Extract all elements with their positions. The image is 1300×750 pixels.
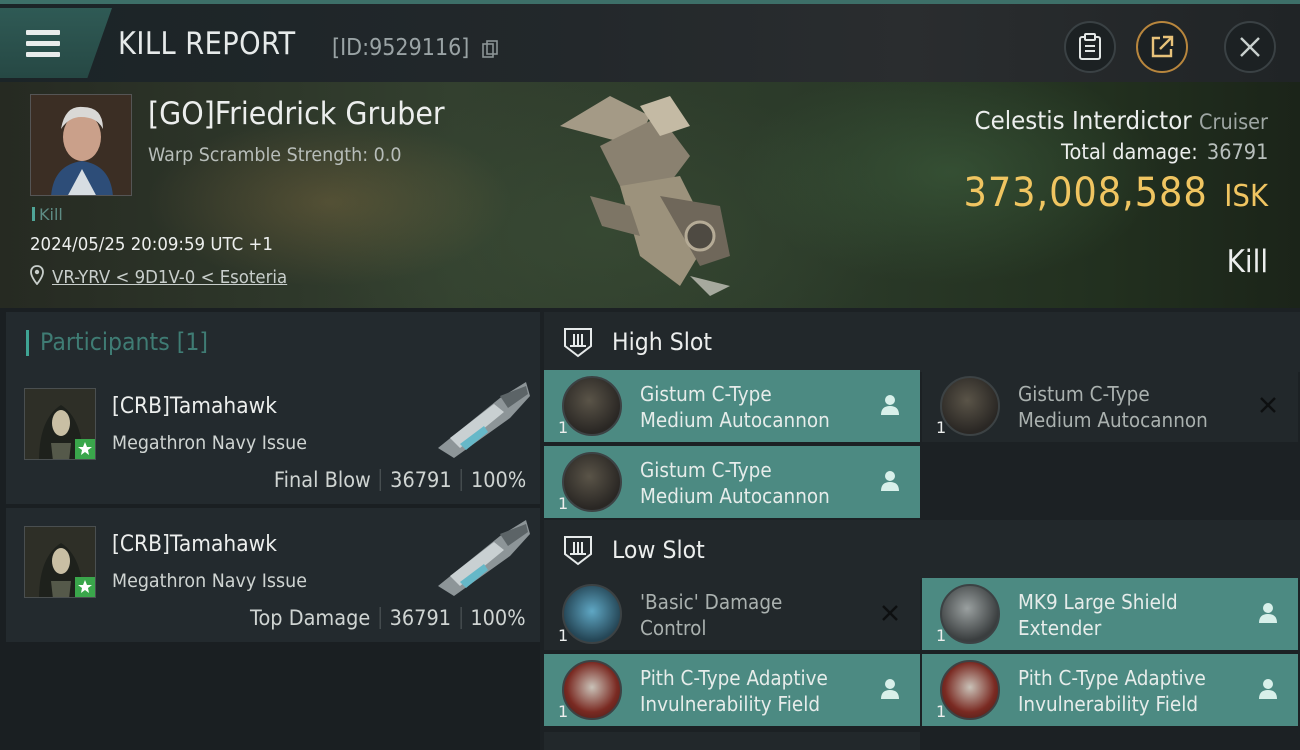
high-slot-title: High Slot bbox=[612, 328, 713, 356]
page-title: KILL REPORT bbox=[118, 26, 296, 62]
participant-row[interactable]: [CRB]Tamahawk Megathron Navy Issue Final… bbox=[6, 370, 540, 504]
module-quantity: 1 bbox=[558, 418, 569, 437]
participant-role: Final Blow bbox=[273, 468, 371, 492]
user-icon bbox=[881, 679, 899, 699]
share-icon bbox=[1151, 35, 1174, 58]
participant-percent: 100% bbox=[470, 606, 526, 630]
clipboard-button[interactable] bbox=[1064, 21, 1116, 73]
module-quantity: 1 bbox=[936, 418, 947, 437]
participant-ship: Megathron Navy Issue bbox=[112, 432, 307, 454]
participant-row[interactable]: [CRB]Tamahawk Megathron Navy Issue Top D… bbox=[6, 508, 540, 642]
module-quantity: 1 bbox=[936, 702, 947, 721]
participant-name[interactable]: [CRB]Tamahawk bbox=[112, 532, 277, 557]
result-label: Kill bbox=[1226, 244, 1268, 280]
module-slot-partial[interactable] bbox=[544, 732, 920, 750]
participant-damage: 36791 bbox=[389, 606, 452, 630]
module-name: Gistum C-Type Medium Autocannon bbox=[1018, 382, 1208, 432]
kill-tag: Kill bbox=[32, 205, 63, 224]
isk-value: 373,008,588 ISK bbox=[963, 170, 1268, 216]
autocannon-icon bbox=[562, 376, 622, 436]
victim-ship-name[interactable]: Celestis Interdictor Cruiser bbox=[975, 106, 1268, 135]
invulnerability-field-icon bbox=[940, 660, 1000, 720]
autocannon-icon bbox=[562, 452, 622, 512]
participant-percent: 100% bbox=[470, 468, 526, 492]
location-link[interactable]: VR-YRV < 9D1V-0 < Esoteria bbox=[52, 267, 287, 288]
module-slot[interactable]: 1 'Basic' Damage Control bbox=[544, 578, 920, 650]
participants-header: Participants [1] bbox=[6, 312, 540, 372]
report-id: [ID:9529116] bbox=[332, 35, 470, 61]
copy-icon[interactable] bbox=[482, 40, 498, 58]
module-name: Gistum C-Type Medium Autocannon bbox=[640, 382, 830, 432]
low-slot-title: Low Slot bbox=[612, 536, 705, 564]
victim-name[interactable]: [GO]Friedrick Gruber bbox=[148, 96, 445, 132]
module-quantity: 1 bbox=[558, 702, 569, 721]
warp-scramble-strength: Warp Scramble Strength: 0.0 bbox=[148, 144, 402, 166]
participant-damage: 36791 bbox=[389, 468, 452, 492]
participant-name[interactable]: [CRB]Tamahawk bbox=[112, 394, 277, 419]
participants-title: Participants [1] bbox=[40, 328, 209, 356]
clipboard-icon bbox=[1079, 33, 1101, 60]
module-slot[interactable]: 1 Gistum C-Type Medium Autocannon bbox=[544, 370, 920, 442]
autocannon-icon bbox=[940, 376, 1000, 436]
victim-ship-image bbox=[560, 96, 730, 296]
module-slot[interactable]: 1 MK9 Large Shield Extender bbox=[922, 578, 1298, 650]
participant-stats: Final Blow 36791 100% bbox=[274, 468, 526, 492]
module-slot[interactable]: 1 Gistum C-Type Medium Autocannon bbox=[544, 446, 920, 518]
close-icon bbox=[1260, 397, 1276, 413]
close-icon bbox=[1240, 37, 1260, 57]
high-slot-header: High Slot bbox=[544, 312, 1300, 372]
hamburger-icon bbox=[26, 30, 60, 58]
module-quantity: 1 bbox=[936, 626, 947, 645]
user-icon bbox=[1259, 679, 1277, 699]
location-pin-icon bbox=[30, 265, 44, 285]
participant-avatar[interactable] bbox=[24, 526, 96, 598]
participant-ship-image bbox=[438, 382, 530, 458]
participant-ship-image bbox=[438, 520, 530, 596]
user-icon bbox=[881, 395, 899, 415]
ship-class: Cruiser bbox=[1199, 110, 1268, 134]
victim-portrait[interactable] bbox=[30, 94, 132, 196]
damage-control-icon bbox=[562, 584, 622, 644]
module-name: 'Basic' Damage Control bbox=[640, 590, 783, 640]
module-name: Pith C-Type Adaptive Invulnerability Fiel… bbox=[1018, 666, 1206, 716]
participant-ship: Megathron Navy Issue bbox=[112, 570, 307, 592]
victim-banner: [GO]Friedrick Gruber Warp Scramble Stren… bbox=[0, 82, 1300, 308]
low-slot-icon bbox=[564, 536, 592, 566]
close-button[interactable] bbox=[1224, 21, 1276, 73]
high-slot-icon bbox=[564, 328, 592, 358]
participant-avatar[interactable] bbox=[24, 388, 96, 460]
total-damage: Total damage: 36791 bbox=[1060, 140, 1268, 164]
menu-button[interactable] bbox=[0, 8, 112, 78]
shield-extender-icon bbox=[940, 584, 1000, 644]
top-bar: KILL REPORT [ID:9529116] bbox=[0, 0, 1300, 82]
module-name: Pith C-Type Adaptive Invulnerability Fiel… bbox=[640, 666, 828, 716]
participants-panel: Participants [1] [CRB]Tamahawk Megathron… bbox=[0, 308, 540, 750]
module-quantity: 1 bbox=[558, 626, 569, 645]
user-icon bbox=[1259, 603, 1277, 623]
invulnerability-field-icon bbox=[562, 660, 622, 720]
fitting-panel: High Slot 1 Gistum C-Type Medium Autocann… bbox=[540, 308, 1300, 750]
module-slot[interactable]: 1 Pith C-Type Adaptive Invulnerability Fi… bbox=[544, 654, 920, 726]
share-button[interactable] bbox=[1136, 21, 1188, 73]
module-quantity: 1 bbox=[558, 494, 569, 513]
kill-timestamp: 2024/05/25 20:09:59 UTC +1 bbox=[30, 234, 273, 255]
low-slot-header: Low Slot bbox=[544, 520, 1300, 580]
module-slot[interactable]: 1 Gistum C-Type Medium Autocannon bbox=[922, 370, 1298, 442]
participant-stats: Top Damage 36791 100% bbox=[250, 606, 526, 630]
user-icon bbox=[881, 471, 899, 491]
close-icon bbox=[882, 605, 898, 621]
participant-role: Top Damage bbox=[250, 606, 371, 630]
module-name: Gistum C-Type Medium Autocannon bbox=[640, 458, 830, 508]
module-slot[interactable]: 1 Pith C-Type Adaptive Invulnerability Fi… bbox=[922, 654, 1298, 726]
module-name: MK9 Large Shield Extender bbox=[1018, 590, 1178, 640]
